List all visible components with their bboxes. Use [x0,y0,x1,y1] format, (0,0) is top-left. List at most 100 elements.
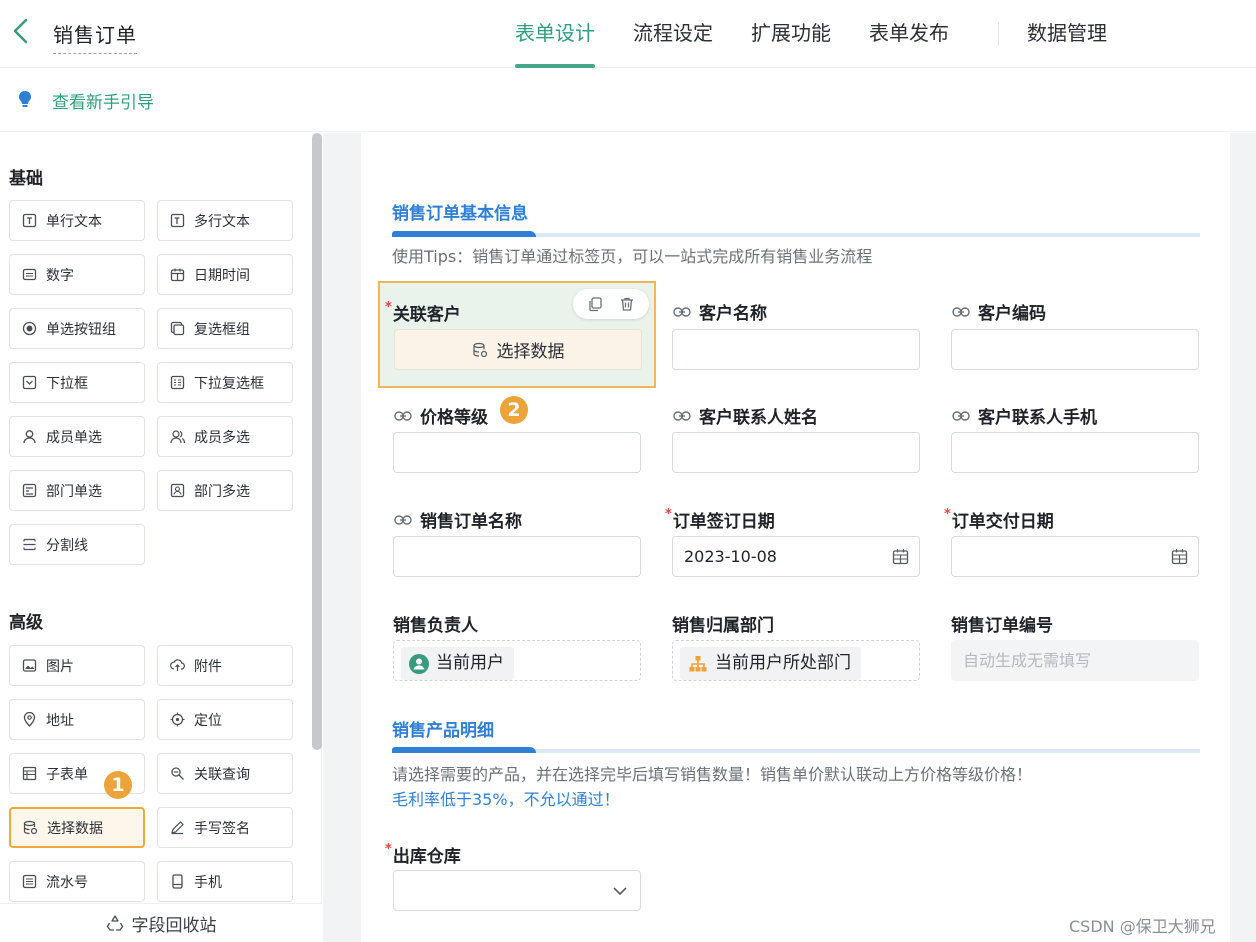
component-address[interactable]: 地址 [9,699,145,740]
step-badge-1: 1 [104,771,132,799]
required-mark: * [665,507,672,522]
tab-extensions[interactable]: 扩展功能 [732,0,850,68]
link-icon [673,306,691,318]
component-department-multi[interactable]: 部门多选 [157,470,293,511]
guide-bar: 查看新手引导 [0,68,1256,132]
component-phone[interactable]: 手机 [157,861,293,902]
org-chart-icon [689,655,707,671]
field-recycle-bin[interactable]: 字段回收站 [0,903,322,942]
price-level-input[interactable] [393,432,641,473]
checkbox-group-icon [170,321,185,336]
copy-icon[interactable] [587,296,603,312]
component-image[interactable]: 图片 [9,645,145,686]
component-datetime[interactable]: 日期时间 [157,254,293,295]
component-divider[interactable]: 分割线 [9,524,145,565]
component-checkbox-group[interactable]: 复选框组 [157,308,293,349]
component-label: 图片 [46,658,74,675]
beginner-guide-link[interactable]: 查看新手引导 [52,88,154,113]
back-arrow-icon[interactable] [10,17,36,47]
chevron-down-icon [613,887,627,896]
select-data-button[interactable]: 选择数据 [394,329,642,370]
component-location[interactable]: 定位 [157,699,293,740]
members-icon [170,429,185,444]
component-member-single[interactable]: 成员单选 [9,416,145,457]
contact-name-input[interactable] [672,432,920,473]
attachment-icon [170,658,185,673]
field-label-sales-owner: 销售负责人 [393,616,478,636]
radio-icon [22,321,37,336]
field-label-contact-name: 客户联系人姓名 [673,403,818,428]
database-icon [23,820,38,835]
component-multi-line-text[interactable]: 多行文本 [157,200,293,241]
component-dropdown[interactable]: 下拉框 [9,362,145,403]
link-icon [952,410,970,422]
top-header: 销售订单 表单设计 流程设定 扩展功能 表单发布 数据管理 [0,0,1256,68]
tab-form-design[interactable]: 表单设计 [496,0,614,68]
component-single-line-text[interactable]: 单行文本 [9,200,145,241]
lightbulb-icon [19,91,31,107]
component-multi-dropdown[interactable]: 下拉复选框 [157,362,293,403]
divider-icon [22,537,37,552]
component-serial-number[interactable]: 流水号 [9,861,145,902]
required-mark: * [944,507,951,522]
contact-phone-input[interactable] [951,432,1199,473]
advanced-section-title: 高级 [9,613,43,633]
component-label: 流水号 [46,874,88,891]
field-label-customer-code: 客户编码 [952,299,1046,324]
selected-field-linked-customer[interactable]: * 关联客户 选择数据 [378,281,656,388]
signature-icon [170,820,185,835]
delete-icon[interactable] [619,296,635,312]
component-label: 复选框组 [194,321,250,338]
calendar-icon[interactable] [892,548,909,565]
step-badge-2: 2 [500,396,528,424]
tab-workflow[interactable]: 流程设定 [614,0,732,68]
textarea-icon [170,213,185,228]
component-label: 单行文本 [46,213,102,230]
component-label: 关联查询 [194,766,250,783]
component-label: 部门单选 [46,483,102,500]
location-icon [170,712,185,727]
customer-code-input[interactable] [951,329,1199,370]
warehouse-select[interactable] [393,870,641,911]
recycle-icon [106,915,123,931]
component-label: 成员多选 [194,429,250,446]
nav-tabs: 表单设计 流程设定 扩展功能 表单发布 数据管理 [496,0,1126,68]
delivery-date-input[interactable] [951,536,1199,577]
field-label-delivery-date: * 订单交付日期 [944,507,1054,532]
customer-name-input[interactable] [672,329,920,370]
component-department-single[interactable]: 部门单选 [9,470,145,511]
address-icon [22,712,37,727]
app-title[interactable]: 销售订单 [53,19,137,54]
group-divider [392,231,1200,237]
component-member-multi[interactable]: 成员多选 [157,416,293,457]
group-tip-margin-warning: 毛利率低于35%，不允以通过！ [392,790,620,809]
component-number[interactable]: 数字 [9,254,145,295]
component-label: 手写签名 [194,820,250,837]
field-label-warehouse: * 出库仓库 [385,842,461,867]
image-icon [22,658,37,673]
calendar-icon[interactable] [1171,548,1188,565]
component-radio-group[interactable]: 单选按钮组 [9,308,145,349]
multi-dropdown-icon [170,375,185,390]
departments-icon [170,483,185,498]
component-label: 单选按钮组 [46,321,116,338]
tab-publish[interactable]: 表单发布 [850,0,968,68]
component-label: 附件 [194,658,222,675]
component-linked-query[interactable]: 关联查询 [157,753,293,794]
order-name-input[interactable] [393,536,641,577]
component-attachment[interactable]: 附件 [157,645,293,686]
tab-data-management[interactable]: 数据管理 [1019,0,1126,68]
field-label-order-name: 销售订单名称 [394,507,522,532]
component-label: 子表单 [46,766,88,783]
recycle-bin-label: 字段回收站 [131,915,217,936]
component-select-data[interactable]: 选择数据 [9,807,145,848]
sign-date-input[interactable]: 2023-10-08 [672,536,920,577]
component-label: 定位 [194,712,222,729]
field-label: * 关联客户 [385,300,461,325]
linked-query-icon [170,766,185,781]
sales-department-field[interactable]: 当前用户所处部门 [672,640,920,681]
sales-owner-field[interactable]: 当前用户 [393,640,641,681]
component-signature[interactable]: 手写签名 [157,807,293,848]
calendar-icon [170,267,185,282]
panel-scrollbar[interactable] [312,133,322,750]
